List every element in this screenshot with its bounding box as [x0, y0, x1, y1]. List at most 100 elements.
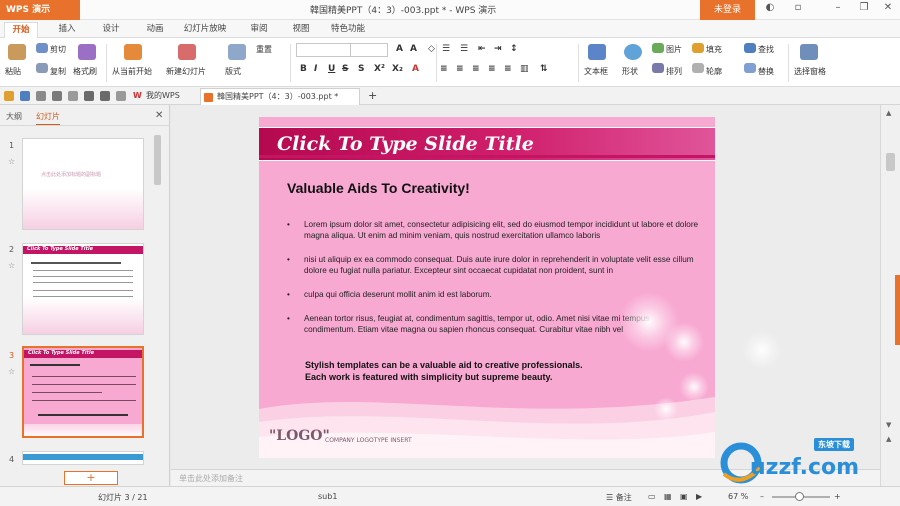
reset-button[interactable]: 重置	[256, 44, 272, 55]
new-slide-button[interactable]: 新建幻灯片	[166, 66, 206, 77]
superscript-icon[interactable]: X²	[374, 64, 385, 74]
preview-icon[interactable]	[68, 91, 78, 101]
minimize-icon[interactable]: –	[830, 2, 846, 13]
zoom-in-icon[interactable]: +	[834, 492, 841, 501]
layout-button[interactable]: 版式	[225, 66, 241, 77]
text-direction-icon[interactable]: ⇅	[540, 64, 548, 74]
paste-button[interactable]: 粘贴	[5, 66, 21, 77]
settings-icon[interactable]: ▫	[790, 2, 806, 13]
tab-design[interactable]: 设计	[96, 22, 126, 38]
tab-insert[interactable]: 插入	[52, 22, 82, 38]
arrange-icon[interactable]	[652, 63, 664, 73]
picture-icon[interactable]	[652, 43, 664, 53]
slide[interactable]: Click To Type Slide Title Valuable Aids …	[259, 117, 715, 458]
italic-button[interactable]: I	[314, 64, 317, 74]
increase-indent-icon[interactable]: ⇥	[494, 44, 502, 54]
save-icon[interactable]	[20, 91, 30, 101]
distribute-icon[interactable]: ≡	[504, 64, 512, 74]
normal-view-icon[interactable]: ▭	[648, 492, 656, 501]
find-icon[interactable]	[744, 43, 756, 53]
tab-view[interactable]: 视图	[286, 22, 316, 38]
slide-title[interactable]: Click To Type Slide Title	[277, 133, 534, 155]
slide-thumb-1[interactable]: 点击此处添加标题的副标题	[22, 138, 144, 230]
doc-tab-current[interactable]: 韓国精美PPT（4：3）-003.ppt *	[200, 88, 360, 105]
select-pane-icon[interactable]	[800, 44, 818, 60]
scroll-up-icon[interactable]: ▲	[886, 109, 891, 117]
justify-icon[interactable]: ≡	[488, 64, 496, 74]
fill-button[interactable]: 填充	[706, 44, 722, 55]
shadow-icon[interactable]: S	[358, 64, 364, 74]
panel-scroll-thumb[interactable]	[154, 135, 161, 185]
font-size-select[interactable]	[350, 43, 388, 57]
align-left-icon[interactable]: ≡	[440, 64, 448, 74]
subscript-icon[interactable]: X₂	[392, 64, 403, 74]
tab-slideshow[interactable]: 幻灯片放映	[180, 22, 230, 38]
from-current-icon[interactable]	[124, 44, 142, 60]
new-tab-button[interactable]: +	[362, 88, 382, 105]
fill-icon[interactable]	[692, 43, 704, 53]
play-icon[interactable]: ▶	[696, 492, 702, 501]
close-panel-icon[interactable]: ✕	[155, 110, 163, 121]
login-button[interactable]: 未登录	[700, 0, 755, 20]
slide-thumb-2[interactable]: Click To Type Slide Title	[22, 243, 144, 335]
tab-review[interactable]: 审阅	[244, 22, 274, 38]
format-painter-icon[interactable]	[78, 44, 96, 60]
tab-special[interactable]: 特色功能	[326, 22, 370, 38]
strikethrough-button[interactable]: S	[342, 64, 348, 74]
numbered-list-icon[interactable]: ☰	[460, 44, 468, 54]
align-center-icon[interactable]: ≡	[456, 64, 464, 74]
arrange-button[interactable]: 排列	[666, 66, 682, 77]
side-float-tab[interactable]	[895, 275, 900, 345]
columns-icon[interactable]: ▥	[520, 64, 529, 74]
underline-button[interactable]: U	[328, 64, 335, 74]
open-icon[interactable]	[4, 91, 14, 101]
close-icon[interactable]: ✕	[880, 2, 896, 13]
restore-icon[interactable]: ❐	[856, 2, 872, 13]
cut-button[interactable]: 剪切	[50, 44, 66, 55]
shape-button[interactable]: 形状	[622, 66, 638, 77]
canvas-scrollbar[interactable]: ▲ ▼ ▲	[880, 105, 900, 486]
select-pane-button[interactable]: 选择窗格	[794, 66, 826, 77]
customize-icon[interactable]	[116, 91, 126, 101]
bullet-list-icon[interactable]: ☰	[442, 44, 450, 54]
copy-button[interactable]: 复制	[50, 66, 66, 77]
tab-outline[interactable]: 大纲	[6, 111, 22, 122]
doc-tab-mywps[interactable]: W 我的WPS	[130, 88, 200, 105]
slide-tagline[interactable]: Stylish templates can be a valuable aid …	[305, 359, 685, 383]
find-button[interactable]: 查找	[758, 44, 774, 55]
replace-button[interactable]: 替换	[758, 66, 774, 77]
shrink-font-icon[interactable]: A	[410, 44, 417, 54]
panel-scrollbar[interactable]	[152, 135, 162, 465]
new-slide-icon[interactable]	[178, 44, 196, 60]
layout-icon[interactable]	[228, 44, 246, 60]
undo-icon[interactable]	[84, 91, 94, 101]
print-icon[interactable]	[52, 91, 62, 101]
wps-app-menu-button[interactable]: WPS 演示	[0, 0, 80, 20]
slide-thumb-3[interactable]: Click To Type Slide Title	[22, 346, 144, 438]
clear-format-icon[interactable]: ◇	[428, 44, 435, 54]
textbox-button[interactable]: 文本框	[584, 66, 608, 77]
sorter-view-icon[interactable]: ▦	[664, 492, 672, 501]
notes-toggle[interactable]: ☰ 备注	[606, 492, 632, 503]
outline-icon[interactable]	[692, 63, 704, 73]
tab-animation[interactable]: 动画	[140, 22, 170, 38]
grow-font-icon[interactable]: A	[396, 44, 403, 54]
slide-thumb-4[interactable]	[22, 451, 144, 465]
slide-heading[interactable]: Valuable Aids To Creativity!	[287, 180, 470, 196]
tab-home[interactable]: 开始	[4, 22, 38, 38]
outline-button[interactable]: 轮廓	[706, 66, 722, 77]
picture-button[interactable]: 图片	[666, 44, 682, 55]
cut-icon[interactable]	[36, 43, 48, 53]
skin-icon[interactable]: ◐	[762, 2, 778, 13]
export-icon[interactable]	[36, 91, 46, 101]
decrease-indent-icon[interactable]: ⇤	[478, 44, 486, 54]
line-spacing-icon[interactable]: ↕	[510, 44, 518, 54]
scroll-down-icon[interactable]: ▼	[886, 421, 891, 429]
zoom-out-icon[interactable]: –	[760, 492, 764, 501]
font-color-icon[interactable]: A	[412, 64, 419, 74]
align-right-icon[interactable]: ≡	[472, 64, 480, 74]
add-slide-button[interactable]: +	[64, 471, 118, 485]
shape-icon[interactable]	[624, 44, 642, 60]
canvas-scroll-thumb[interactable]	[886, 153, 895, 171]
paste-icon[interactable]	[8, 44, 26, 60]
